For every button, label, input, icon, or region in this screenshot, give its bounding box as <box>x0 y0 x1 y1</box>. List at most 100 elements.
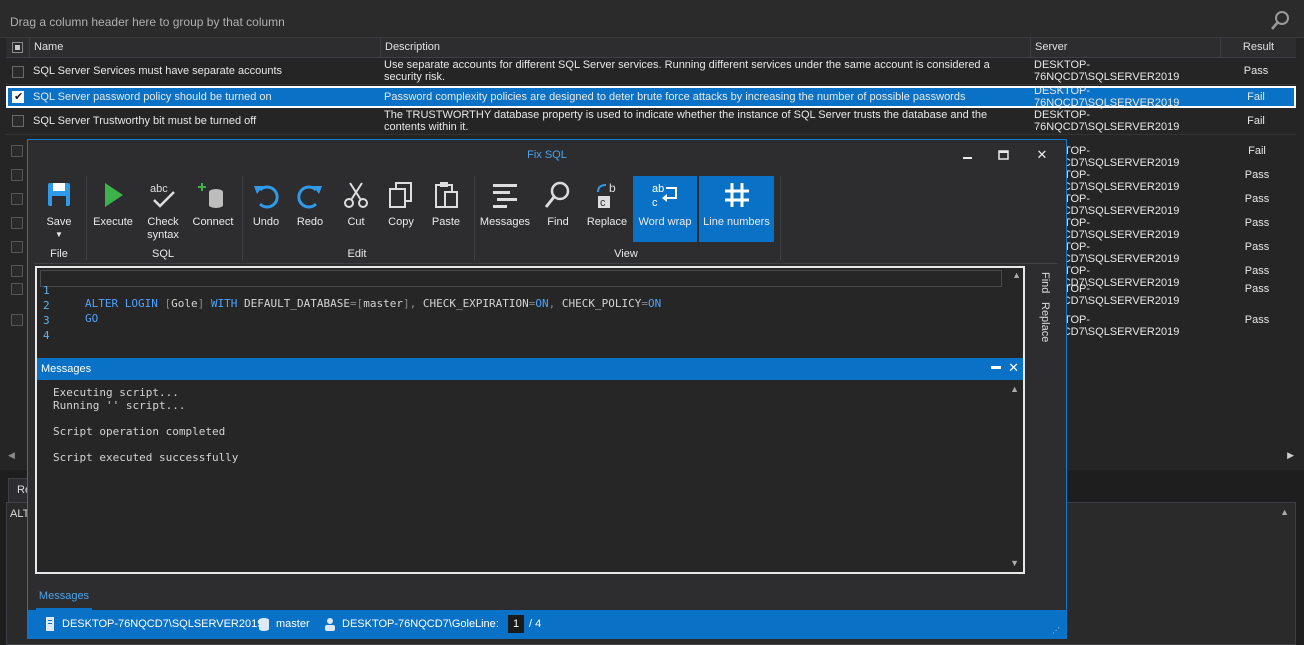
connect-label: Connect <box>192 216 234 228</box>
messages-toggle-button[interactable]: Messages <box>478 176 532 242</box>
messages-panel-title: Messages <box>41 363 92 375</box>
messages-panel-header[interactable]: Messages ▬ ✕ <box>37 358 1023 380</box>
save-button[interactable]: Save ▼ <box>38 176 80 242</box>
row-checkbox[interactable] <box>12 66 24 78</box>
sql-editor[interactable]: 1 ALTER LOGIN [Gole] WITH DEFAULT_DATABA… <box>35 266 1025 358</box>
row-name: SQL Server Services must have separate a… <box>33 65 283 77</box>
user-icon <box>325 618 335 631</box>
scroll-up-icon[interactable]: ▲ <box>1280 507 1289 517</box>
group-by-hint: Drag a column header here to group by th… <box>10 15 285 29</box>
table-row[interactable]: DESKTOP-76NQCD7\SQLSERVER2019Pass <box>1034 311 1294 338</box>
word-wrap-icon: ab c <box>652 183 677 209</box>
scroll-up-icon[interactable]: ▲ <box>1010 384 1019 394</box>
side-tabs: Find Replace <box>1029 266 1059 496</box>
table-row[interactable]: DESKTOP-76NQCD7\SQLSERVER2019Pass <box>1034 166 1294 193</box>
fix-sql-dialog: Fix SQL ✕ Save ▼ File Execute abc Check … <box>27 139 1067 639</box>
row-checkbox[interactable] <box>12 90 24 103</box>
table-row-selected[interactable]: SQL Server password policy should be tur… <box>6 84 1296 109</box>
row-server: DESKTOP-76NQCD7\SQLSERVER2019 <box>1034 84 1180 109</box>
row-checkbox[interactable] <box>11 169 23 181</box>
group-divider <box>86 176 87 260</box>
cut-button[interactable]: Cut <box>336 176 376 242</box>
table-row[interactable]: DESKTOP-76NQCD7\SQLSERVER2019Fail <box>1034 142 1294 169</box>
copy-button[interactable]: Copy <box>380 176 422 242</box>
scroll-left-icon[interactable]: ◀ <box>8 450 15 461</box>
pin-icon[interactable]: ▬ <box>991 361 1001 372</box>
row-checkbox[interactable] <box>11 265 23 277</box>
group-by-bar[interactable]: Drag a column header here to group by th… <box>0 0 1304 38</box>
word-wrap-button[interactable]: ab c Word wrap <box>633 176 697 242</box>
table-row[interactable]: DESKTOP-76NQCD7\SQLSERVER2019Pass <box>1034 214 1294 241</box>
message-line: Script executed successfully <box>53 451 239 464</box>
group-label-edit: Edit <box>347 248 367 260</box>
chevron-down-icon[interactable]: ▼ <box>38 230 80 239</box>
select-all-checkbox[interactable] <box>12 42 23 53</box>
ribbon: Save ▼ File Execute abc Check syntax Con… <box>34 172 1058 264</box>
scroll-down-icon[interactable]: ▼ <box>1010 558 1019 568</box>
tab-find[interactable]: Find <box>1039 272 1051 293</box>
table-row[interactable]: DESKTOP-76NQCD7\SQLSERVER2019Pass <box>1034 190 1294 217</box>
find-label: Find <box>547 216 569 228</box>
svg-text:c: c <box>652 197 658 209</box>
replace-label: Replace <box>586 216 628 228</box>
status-bar: DESKTOP-76NQCD7\SQLSERVER2019 master DES… <box>28 610 1066 639</box>
tab-messages[interactable]: Messages <box>36 588 92 610</box>
editor-line[interactable]: 2 GO <box>41 286 1001 325</box>
row-checkbox[interactable] <box>11 283 23 295</box>
table-row[interactable]: DESKTOP-76NQCD7\SQLSERVER2019Pass <box>1034 238 1294 265</box>
scroll-right-icon[interactable]: ▶ <box>1287 450 1294 461</box>
row-result: Fail <box>1247 90 1265 103</box>
connect-button[interactable]: Connect <box>190 176 236 242</box>
row-checkbox[interactable] <box>11 241 23 253</box>
check-syntax-button[interactable]: abc Check syntax <box>138 176 188 242</box>
editor-line[interactable]: 4 <box>41 316 1001 342</box>
replace-button[interactable]: b c Replace <box>582 176 632 242</box>
database-icon <box>259 618 269 631</box>
table-row[interactable]: SQL Server Services must have separate a… <box>6 58 1296 85</box>
message-line <box>53 438 238 451</box>
undo-button[interactable]: Undo <box>246 176 286 242</box>
table-row[interactable]: DESKTOP-76NQCD7\SQLSERVER2019Pass <box>1034 280 1294 307</box>
replace-icon: b c <box>597 181 616 209</box>
scroll-up-icon[interactable]: ▲ <box>1012 270 1021 280</box>
minimize-button[interactable] <box>958 146 978 164</box>
dialog-titlebar[interactable]: Fix SQL ✕ <box>28 140 1066 170</box>
row-checkbox[interactable] <box>11 217 23 229</box>
table-row[interactable]: SQL Server Trustworthy bit must be turne… <box>6 108 1296 135</box>
resize-grip-icon[interactable]: ⋰ <box>1052 626 1060 635</box>
row-checkbox[interactable] <box>11 193 23 205</box>
messages-label: Messages <box>479 216 531 228</box>
search-icon[interactable] <box>1269 10 1291 32</box>
paste-label: Paste <box>431 216 461 228</box>
status-line-value[interactable]: 1 <box>508 615 524 633</box>
editor-line[interactable]: 3 <box>41 301 1001 327</box>
messages-output: Executing script... Running '' script...… <box>53 386 238 464</box>
group-divider <box>780 176 781 260</box>
row-checkbox[interactable] <box>11 314 23 326</box>
row-checkbox[interactable] <box>12 115 24 127</box>
column-header-server[interactable]: Server <box>1030 38 1220 58</box>
table-row[interactable]: DESKTOP-76NQCD7\SQLSERVER2019Pass <box>1034 262 1294 289</box>
maximize-button[interactable] <box>994 146 1014 164</box>
scissors-icon <box>344 182 368 208</box>
tab-replace[interactable]: Replace <box>1039 302 1051 342</box>
execute-label: Execute <box>93 216 133 228</box>
messages-icon <box>493 184 517 208</box>
group-label-file: File <box>50 248 68 260</box>
word-wrap-label: Word wrap <box>638 216 692 228</box>
paste-button[interactable]: Paste <box>424 176 468 242</box>
row-checkbox[interactable] <box>11 145 23 157</box>
column-header-result[interactable]: Result <box>1220 38 1296 58</box>
close-button[interactable]: ✕ <box>1032 146 1052 164</box>
group-divider <box>242 176 243 260</box>
editor-line[interactable]: 1 ALTER LOGIN [Gole] WITH DEFAULT_DATABA… <box>40 270 1002 310</box>
status-database: master <box>276 618 310 630</box>
close-icon[interactable]: ✕ <box>1008 360 1019 376</box>
execute-button[interactable]: Execute <box>90 176 136 242</box>
find-button[interactable]: Find <box>538 176 578 242</box>
redo-label: Redo <box>296 216 324 228</box>
column-header-name[interactable]: Name <box>29 38 380 58</box>
column-header-description[interactable]: Description <box>380 38 1030 58</box>
redo-button[interactable]: Redo <box>290 176 330 242</box>
line-numbers-button[interactable]: Line numbers <box>699 176 774 242</box>
